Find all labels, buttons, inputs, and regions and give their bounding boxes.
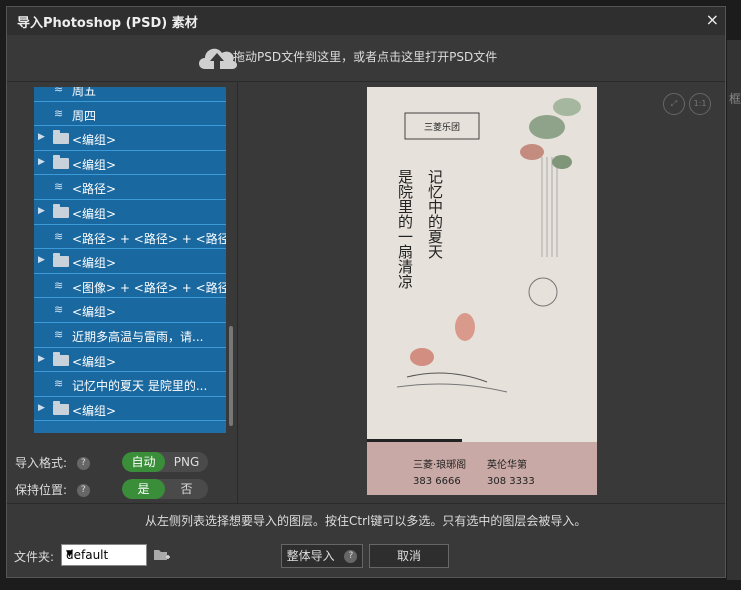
preview-phone-left: 383 6666 (413, 476, 461, 487)
background-text: 框 (729, 92, 741, 106)
folder-icon (53, 400, 69, 415)
layer-label: 周五 (72, 87, 97, 98)
layer-row[interactable]: ≋ <图像> + <路径> + <路径> (34, 273, 226, 299)
footer-hint: 从左侧列表选择想要导入的图层。按住Ctrl键可以多选。只有选中的图层会被导入。 (145, 514, 587, 528)
folder-icon (53, 253, 69, 268)
layer-label: 周四 (72, 108, 97, 123)
layer-label: <路径> + <路径> + <路径> (72, 231, 226, 246)
format-option: 导入格式: ? (15, 454, 90, 471)
folder-select[interactable]: default ▼ (61, 544, 147, 566)
folder-label: 文件夹: (14, 550, 55, 564)
format-toggle[interactable]: 自动 PNG (122, 452, 208, 472)
layer-row[interactable]: ▶ <编组> (34, 150, 226, 176)
layer-panel: ≋ 周五 ≋ 周四 ▶ <编组> ▶ <编组> ≋ <路径> ▶ <编组> ≋ <路径> + <路径> +… (7, 81, 238, 503)
preview-headline-2: 是院里的一扇清凉 (396, 169, 414, 289)
expand-arrow-icon[interactable]: ▶ (38, 157, 45, 167)
layer-stack-icon: ≋ (54, 278, 64, 292)
layer-stack-icon: ≋ (54, 180, 64, 194)
preview-headline-1: 记忆中的夏天 (426, 169, 444, 259)
position-yes-option[interactable]: 是 (122, 479, 165, 499)
folder-icon (53, 130, 69, 145)
folder-icon (53, 154, 69, 169)
layer-label: <编组> (72, 206, 117, 221)
dialog-titlebar: 导入Photoshop (PSD) 素材 × (7, 7, 725, 35)
layer-label: <编组> (72, 354, 117, 369)
layer-label: 近期多高温与雷雨，请... (72, 329, 204, 344)
dialog-title: 导入Photoshop (PSD) 素材 (17, 16, 198, 31)
layer-row[interactable]: ▶ <编组> (34, 347, 226, 373)
dropzone-text: 拖动PSD文件到这里，或者点击这里打开PSD文件 (233, 50, 498, 64)
preview-footer-band (367, 442, 597, 495)
layer-stack-icon: ≋ (54, 327, 64, 341)
layer-row[interactable]: ▶ <编组> (34, 396, 226, 422)
format-label: 导入格式: (15, 456, 68, 470)
layer-row[interactable]: ≋ 周五 (34, 87, 226, 102)
actual-size-icon[interactable]: 1:1 (689, 93, 711, 115)
layer-row[interactable]: ≋ 近期多高温与雷雨，请... (34, 322, 226, 348)
layer-stack-icon: ≋ (54, 229, 64, 243)
layer-row[interactable]: ≋ <编组> (34, 298, 226, 323)
layer-row[interactable]: ≋ 记忆中的夏天 是院里的... (34, 372, 226, 397)
layer-list-inner: ≋ 周五 ≋ 周四 ▶ <编组> ▶ <编组> ≋ <路径> ▶ <编组> ≋ <路径> + <路径> +… (34, 87, 226, 422)
layer-row[interactable]: ▶ <编组> (34, 199, 226, 225)
preview-brand-left: 三菱·琅琊阁 (413, 458, 466, 471)
expand-arrow-icon[interactable]: ▶ (38, 354, 45, 364)
chevron-down-icon: ▼ (66, 549, 73, 559)
psd-dropzone[interactable]: 拖动PSD文件到这里，或者点击这里打开PSD文件 (7, 35, 725, 82)
background-panel (727, 40, 741, 580)
layer-list-scrollbar[interactable] (229, 326, 233, 426)
layer-label: <图像> + <路径> + <路径> (72, 280, 226, 295)
layer-label: <编组> (72, 133, 117, 148)
import-all-label: 整体导入 (286, 549, 335, 563)
close-icon[interactable]: × (706, 10, 719, 29)
dialog-footer: 从左侧列表选择想要导入的图层。按住Ctrl键可以多选。只有选中的图层会被导入。 … (7, 503, 725, 578)
import-all-button[interactable]: 整体导入 ? (281, 544, 363, 568)
layer-row[interactable]: ≋ <路径> + <路径> + <路径> (34, 224, 226, 250)
layer-row[interactable]: ≋ 周四 (34, 101, 226, 127)
layer-label: <编组> (72, 256, 117, 271)
format-help-icon[interactable]: ? (76, 457, 90, 470)
new-folder-icon[interactable] (153, 548, 171, 562)
folder-icon (53, 203, 69, 218)
view-controls: ⤢ 1:1 (663, 93, 715, 115)
layer-label: 记忆中的夏天 是院里的... (72, 379, 208, 394)
format-png-option[interactable]: PNG (165, 452, 208, 472)
layer-row[interactable]: ≋ <路径> (34, 175, 226, 200)
cancel-button[interactable]: 取消 (369, 544, 449, 568)
position-label: 保持位置: (15, 483, 68, 497)
layer-row[interactable]: ▶ <编组> (34, 249, 226, 274)
expand-arrow-icon[interactable]: ▶ (38, 403, 45, 413)
folder-icon (53, 351, 69, 366)
layer-stack-icon: ≋ (54, 377, 64, 391)
fit-screen-icon[interactable]: ⤢ (663, 93, 685, 115)
expand-arrow-icon[interactable]: ▶ (38, 132, 45, 142)
position-no-option[interactable]: 否 (165, 479, 208, 499)
layer-stack-icon: ≋ (54, 106, 64, 120)
layer-stack-icon: ≋ (54, 87, 64, 95)
import-all-help-icon[interactable]: ? (344, 550, 358, 563)
layer-label: <编组> (72, 305, 117, 320)
preview-brand-right: 英伦华第 (487, 458, 527, 471)
expand-arrow-icon[interactable]: ▶ (38, 206, 45, 216)
layer-label: <路径> (72, 182, 117, 197)
layer-list[interactable]: ≋ 周五 ≋ 周四 ▶ <编组> ▶ <编组> ≋ <路径> ▶ <编组> ≋ <路径> + <路径> +… (34, 87, 226, 433)
preview-rule (367, 439, 462, 442)
position-toggle[interactable]: 是 否 (122, 479, 208, 499)
layer-label: <编组> (72, 157, 117, 172)
expand-arrow-icon[interactable]: ▶ (38, 255, 45, 265)
preview-phone-right: 308 3333 (487, 476, 535, 487)
layer-stack-icon: ≋ (54, 303, 64, 317)
format-auto-option[interactable]: 自动 (122, 452, 165, 472)
position-help-icon[interactable]: ? (76, 484, 90, 497)
psd-preview: 三菱乐团 记忆中的夏天 是院里的一扇清凉 三菱·琅琊阁 英伦华第 383 666… (367, 87, 597, 495)
position-option: 保持位置: ? (15, 481, 90, 498)
layer-label: <编组> (72, 403, 117, 418)
preview-logo: 三菱乐团 (424, 121, 460, 133)
import-psd-dialog: 导入Photoshop (PSD) 素材 × 拖动PSD文件到这里，或者点击这里… (6, 6, 726, 578)
layer-row[interactable]: ▶ <编组> (34, 126, 226, 151)
